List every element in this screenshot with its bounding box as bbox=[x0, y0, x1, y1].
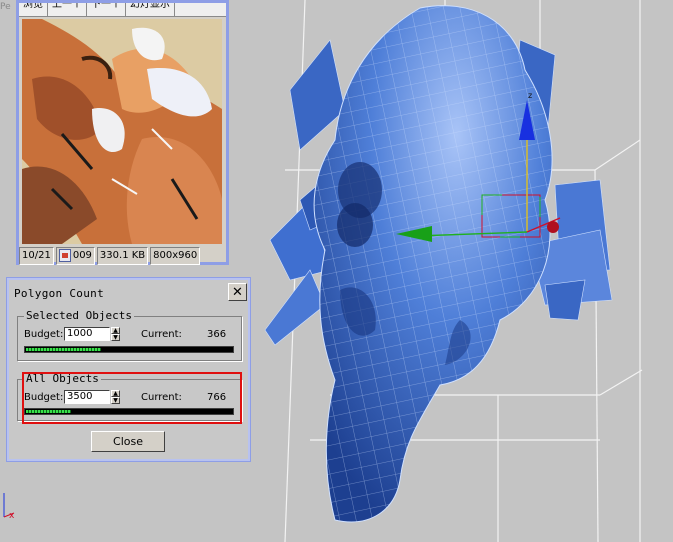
menu-browse[interactable]: 浏览 bbox=[19, 3, 48, 16]
dialog-titlebar[interactable]: Polygon Count ✕ bbox=[9, 280, 248, 304]
viewer-statusbar: 10/21 009 330.1 KB 800x960 bbox=[19, 247, 226, 265]
x-axis-handle[interactable] bbox=[547, 221, 559, 233]
image-viewer-window[interactable]: 浏览 上一个 下一个 幻灯显示 10/21 009 330.1 KB 800x9… bbox=[16, 0, 229, 265]
reference-painting bbox=[22, 19, 222, 244]
z-axis-label: z bbox=[528, 91, 532, 100]
selected-objects-group: Selected Objects Budget: 1000 ▲ ▼ Current… bbox=[17, 309, 242, 361]
selected-objects-label: Selected Objects bbox=[24, 309, 134, 323]
status-file: 009 bbox=[55, 247, 95, 265]
selected-budget-spinner[interactable]: ▲ ▼ bbox=[111, 327, 120, 341]
status-dimensions: 800x960 bbox=[150, 247, 201, 265]
head-mesh[interactable] bbox=[264, 5, 613, 523]
view-axis-tripod: x bbox=[3, 493, 15, 521]
close-button[interactable]: Close bbox=[91, 431, 165, 452]
selected-budget-field[interactable]: 1000 bbox=[64, 327, 110, 341]
selected-current-value: 366 bbox=[207, 329, 227, 340]
polygon-count-dialog[interactable]: Polygon Count ✕ Selected Objects Budget:… bbox=[6, 277, 251, 462]
viewer-menubar: 浏览 上一个 下一个 幻灯显示 bbox=[19, 3, 226, 17]
red-highlight-box bbox=[22, 372, 242, 424]
selected-progress-bar bbox=[24, 346, 234, 353]
image-file-icon bbox=[58, 248, 71, 262]
painting-canvas bbox=[22, 19, 222, 244]
status-file-name: 009 bbox=[72, 250, 92, 261]
selected-progress-fill bbox=[26, 348, 101, 351]
menu-next[interactable]: 下一个 bbox=[87, 3, 126, 16]
mini-axis-x-label: x bbox=[9, 511, 15, 521]
status-size: 330.1 KB bbox=[96, 247, 149, 265]
selected-budget-label: Budget: bbox=[24, 329, 64, 340]
menu-slideshow[interactable]: 幻灯显示 bbox=[126, 3, 175, 16]
dialog-title: Polygon Count bbox=[14, 287, 104, 300]
close-icon[interactable]: ✕ bbox=[228, 283, 247, 301]
menu-previous[interactable]: 上一个 bbox=[48, 3, 87, 16]
status-index: 10/21 bbox=[19, 247, 54, 265]
selected-current-label: Current: bbox=[141, 329, 182, 340]
